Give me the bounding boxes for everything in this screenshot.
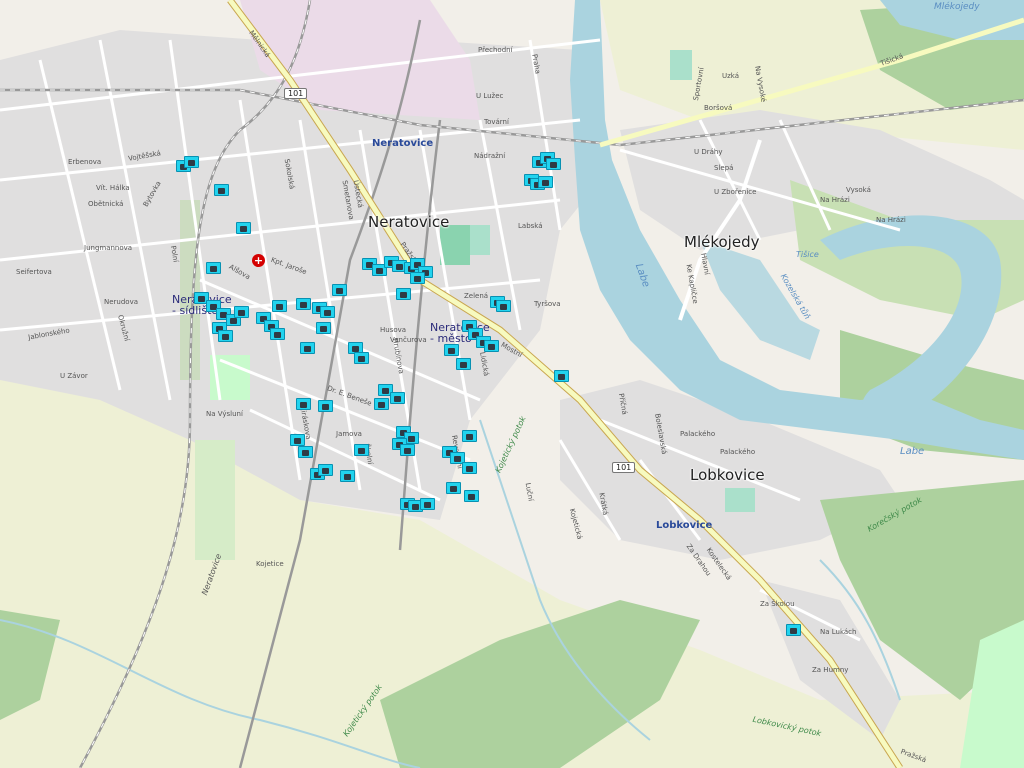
poi-marker[interactable] — [318, 464, 333, 476]
road-shield-101-north: 101 — [284, 88, 308, 99]
poi-marker[interactable] — [538, 176, 553, 188]
poi-marker[interactable] — [298, 446, 313, 458]
poi-marker[interactable] — [464, 490, 479, 502]
poi-marker[interactable] — [270, 328, 285, 340]
poi-marker[interactable] — [318, 400, 333, 412]
poi-marker[interactable] — [340, 470, 355, 482]
poi-marker[interactable] — [484, 340, 499, 352]
poi-marker[interactable] — [546, 158, 561, 170]
hospital-icon[interactable]: + — [252, 254, 265, 267]
poi-marker[interactable] — [410, 272, 425, 284]
poi-marker[interactable] — [214, 184, 229, 196]
poi-marker[interactable] — [786, 624, 801, 636]
poi-marker[interactable] — [234, 306, 249, 318]
poi-marker[interactable] — [446, 482, 461, 494]
poi-marker[interactable] — [444, 344, 459, 356]
poi-marker[interactable] — [420, 498, 435, 510]
map-base-layer — [0, 0, 1024, 768]
poi-marker[interactable] — [316, 322, 331, 334]
poi-marker[interactable] — [462, 430, 477, 442]
poi-marker[interactable] — [354, 352, 369, 364]
poi-marker[interactable] — [400, 444, 415, 456]
poi-marker[interactable] — [218, 330, 233, 342]
poi-marker[interactable] — [374, 398, 389, 410]
poi-marker[interactable] — [206, 262, 221, 274]
poi-marker[interactable] — [396, 288, 411, 300]
poi-marker[interactable] — [296, 398, 311, 410]
poi-marker[interactable] — [272, 300, 287, 312]
poi-marker[interactable] — [300, 342, 315, 354]
poi-marker[interactable] — [354, 444, 369, 456]
poi-marker[interactable] — [320, 306, 335, 318]
poi-marker[interactable] — [290, 434, 305, 446]
road-shield-101-south: 101 — [612, 462, 636, 473]
map-canvas[interactable]: Neratovice Mlékojedy Lobkovice Neratovic… — [0, 0, 1024, 768]
poi-marker[interactable] — [462, 462, 477, 474]
poi-marker[interactable] — [456, 358, 471, 370]
poi-marker[interactable] — [236, 222, 251, 234]
poi-marker[interactable] — [332, 284, 347, 296]
poi-marker[interactable] — [296, 298, 311, 310]
poi-marker[interactable] — [554, 370, 569, 382]
poi-marker[interactable] — [184, 156, 199, 168]
poi-marker[interactable] — [496, 300, 511, 312]
poi-marker[interactable] — [390, 392, 405, 404]
